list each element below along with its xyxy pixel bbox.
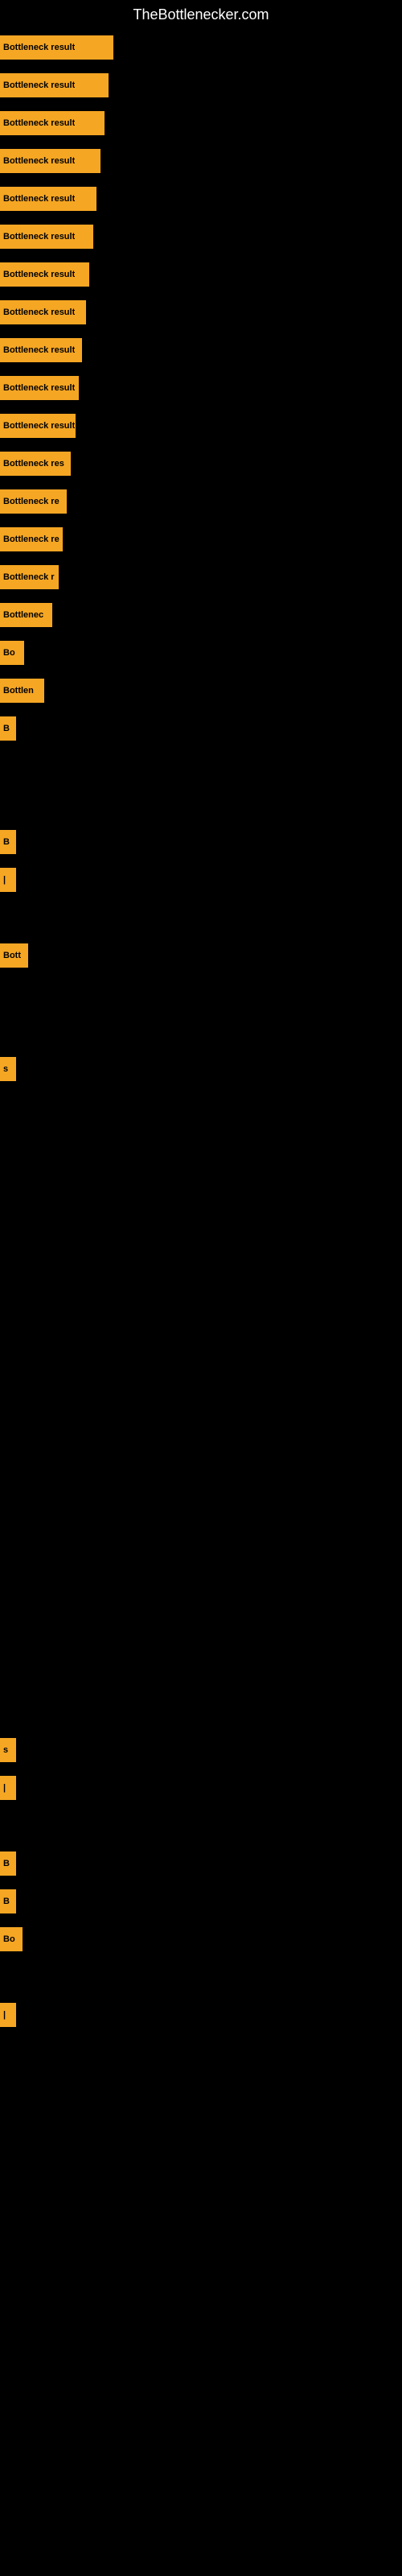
bar-label: Bottleneck r [3, 572, 55, 582]
bar-label: | [3, 2010, 6, 2020]
bar-label: Bottleneck result [3, 232, 75, 242]
bar-row: Bott [0, 938, 402, 973]
bar-row: s [0, 1051, 402, 1087]
bar-row: B [0, 1846, 402, 1881]
bar-label: Bottleneck re [3, 497, 59, 506]
bar-label: Bottleneck result [3, 194, 75, 204]
bar-label: B [3, 1859, 10, 1868]
bar-label: Bo [3, 1934, 15, 1944]
bottleneck-bar: B [0, 1852, 16, 1876]
bar-row: Bottleneck re [0, 484, 402, 519]
bar-row: Bottleneck r [0, 559, 402, 595]
bottleneck-bar: Bottlenec [0, 603, 52, 627]
bar-row: Bottleneck result [0, 105, 402, 141]
bar-label: Bottlenec [3, 610, 43, 620]
bar-label: | [3, 1783, 6, 1793]
bar-label: B [3, 724, 10, 733]
bottleneck-bar: Bottleneck r [0, 565, 59, 589]
site-title: TheBottlenecker.com [0, 0, 402, 30]
bottleneck-bar: Bottleneck result [0, 376, 79, 400]
bar-row: Bottleneck result [0, 295, 402, 330]
bar-label: Bottleneck result [3, 308, 75, 317]
bottleneck-bar: s [0, 1738, 16, 1762]
bar-label: Bottleneck result [3, 270, 75, 279]
bar-row: B [0, 711, 402, 746]
bottleneck-bar: Bott [0, 943, 28, 968]
bar-label: Bottleneck result [3, 80, 75, 90]
bottleneck-bar: Bo [0, 641, 24, 665]
bar-label: s [3, 1745, 8, 1755]
bottleneck-bar: Bottleneck re [0, 489, 67, 514]
bottleneck-bar: Bottleneck result [0, 300, 86, 324]
bottleneck-bar: Bo [0, 1927, 23, 1951]
bottleneck-bar: B [0, 1889, 16, 1913]
bar-label: Bottleneck res [3, 459, 64, 469]
bar-label: Bo [3, 648, 15, 658]
bottleneck-bar: Bottleneck result [0, 187, 96, 211]
bottleneck-bar: s [0, 1057, 16, 1081]
bottleneck-bar: Bottleneck result [0, 111, 105, 135]
bottleneck-bar: Bottleneck result [0, 73, 109, 97]
bar-label: s [3, 1064, 8, 1074]
bar-label: Bottleneck result [3, 383, 75, 393]
bottleneck-bar: B [0, 716, 16, 741]
bar-row: Bottleneck re [0, 522, 402, 557]
bar-label: B [3, 837, 10, 847]
bar-row: Bottlenec [0, 597, 402, 633]
bar-label: Bottleneck result [3, 118, 75, 128]
bottleneck-bar: Bottleneck re [0, 527, 63, 551]
bar-row: Bo [0, 1922, 402, 1957]
bottleneck-bar: | [0, 2003, 16, 2027]
bar-label: | [3, 875, 6, 885]
bar-label: Bottleneck result [3, 345, 75, 355]
bottleneck-bar: Bottleneck result [0, 149, 100, 173]
bottleneck-bar: Bottleneck result [0, 338, 82, 362]
bar-row: Bottleneck result [0, 408, 402, 444]
bottleneck-bar: Bottleneck result [0, 225, 93, 249]
bottleneck-bar: | [0, 868, 16, 892]
bar-row: s [0, 1732, 402, 1768]
bottleneck-bar: Bottleneck result [0, 414, 76, 438]
bar-row: Bottleneck result [0, 257, 402, 292]
bar-row: Bottleneck res [0, 446, 402, 481]
bar-row: Bottleneck result [0, 332, 402, 368]
bar-label: Bottleneck result [3, 43, 75, 52]
bar-row: Bottlen [0, 673, 402, 708]
bottleneck-bar: Bottleneck result [0, 35, 113, 60]
bar-row: Bottleneck result [0, 68, 402, 103]
bottleneck-bar: Bottleneck result [0, 262, 89, 287]
bar-label: Bottleneck result [3, 156, 75, 166]
bar-row: Bottleneck result [0, 181, 402, 217]
bar-row: | [0, 1997, 402, 2033]
bar-row: Bottleneck result [0, 370, 402, 406]
bar-label: B [3, 1897, 10, 1906]
bottleneck-bar: | [0, 1776, 16, 1800]
bar-row: Bottleneck result [0, 30, 402, 65]
bar-row: | [0, 862, 402, 898]
bar-row: Bo [0, 635, 402, 671]
bar-label: Bottleneck result [3, 421, 75, 431]
bottleneck-bar: Bottleneck res [0, 452, 71, 476]
chart-area: Bottleneck result Bottleneck result Bottle… [0, 30, 402, 2574]
bar-label: Bott [3, 951, 21, 960]
bar-label: Bottleneck re [3, 535, 59, 544]
bar-row: Bottleneck result [0, 143, 402, 179]
bar-row: Bottleneck result [0, 219, 402, 254]
bar-row: | [0, 1770, 402, 1806]
bar-label: Bottlen [3, 686, 34, 696]
bar-row: B [0, 1884, 402, 1919]
bar-row: B [0, 824, 402, 860]
bottleneck-bar: Bottlen [0, 679, 44, 703]
bottleneck-bar: B [0, 830, 16, 854]
